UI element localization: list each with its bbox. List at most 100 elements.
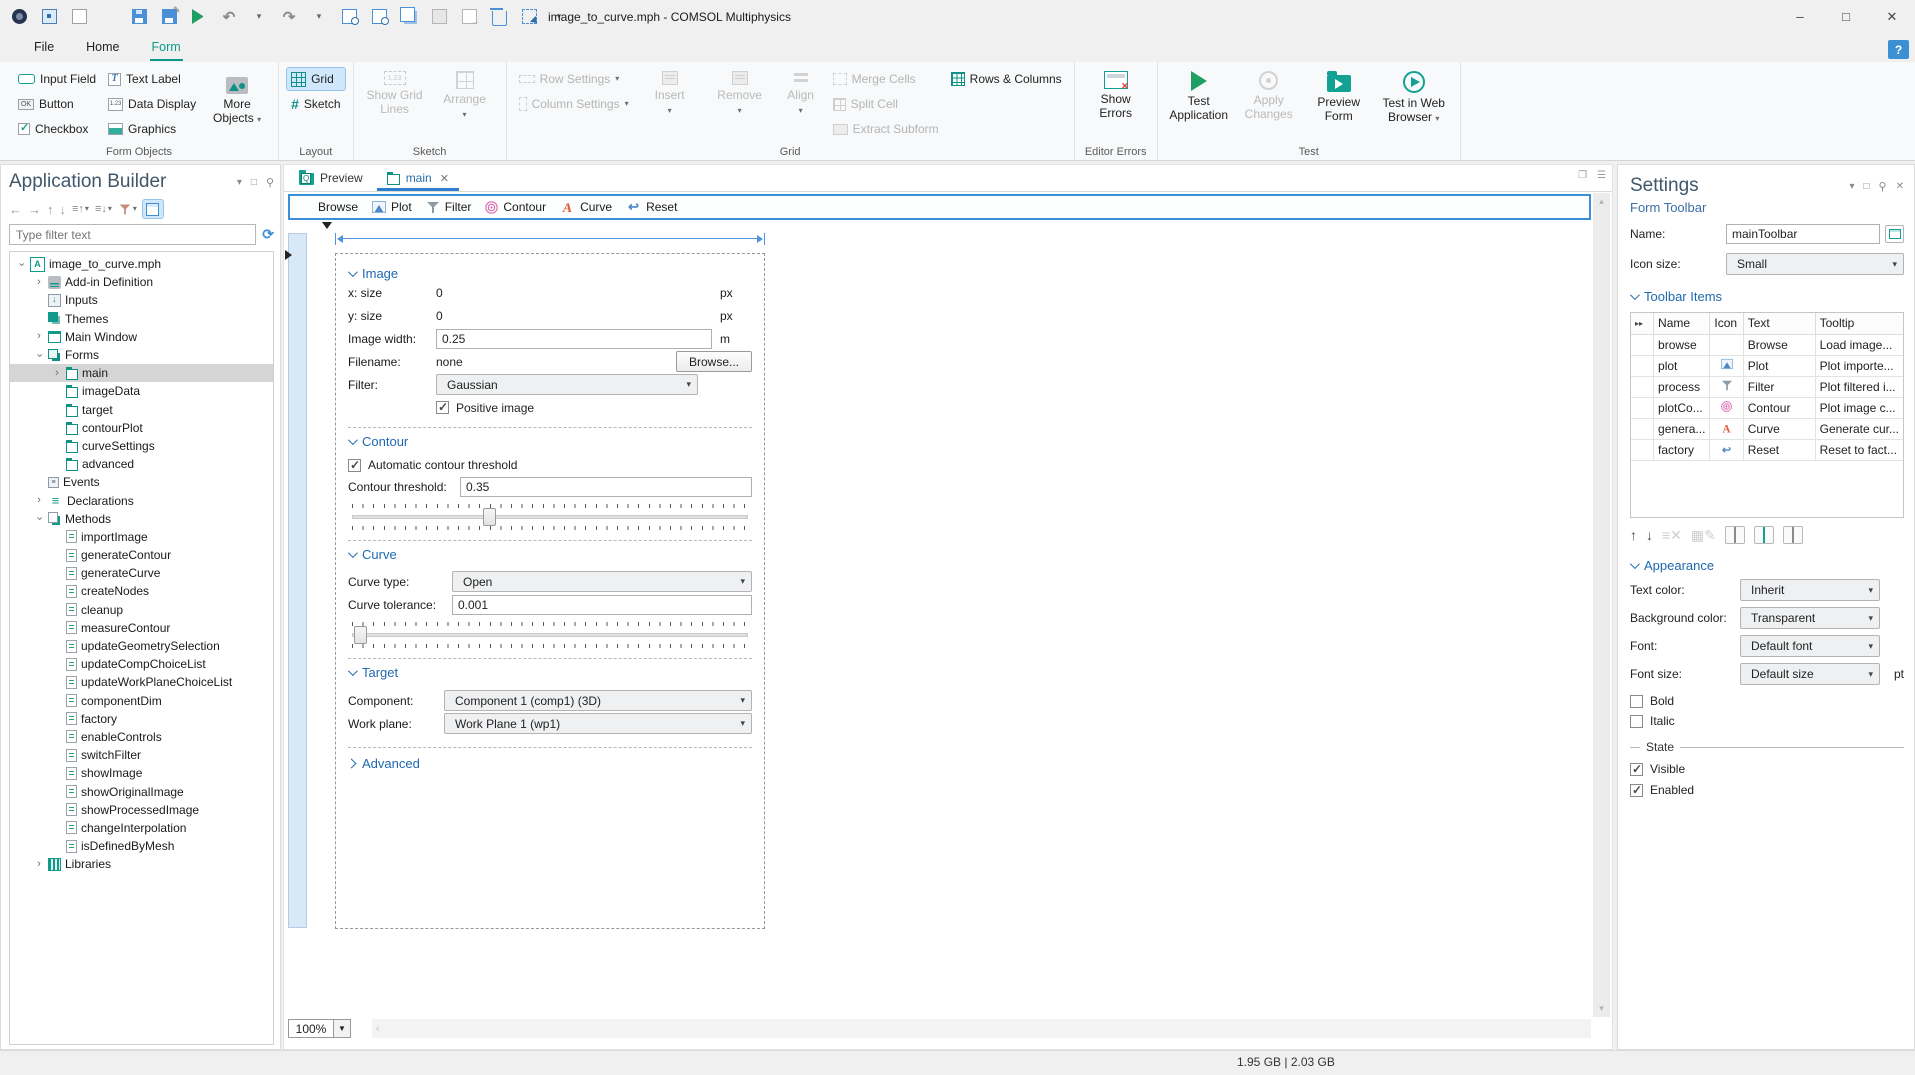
column-marker-icon[interactable]	[322, 222, 332, 229]
restore-pane-icon[interactable]: ❐	[1578, 170, 1587, 181]
contour-threshold-input[interactable]: 0.35	[460, 476, 752, 497]
rows-columns-button[interactable]: Rows & Columns	[947, 68, 1066, 90]
new-button[interactable]	[70, 8, 88, 26]
move-down-button[interactable]: ↓	[1646, 527, 1653, 543]
image-width-input[interactable]: 0.25	[436, 328, 712, 349]
add-item-button[interactable]	[1724, 526, 1745, 544]
tree-filter-input[interactable]	[9, 224, 257, 245]
tree-item[interactable]: advanced	[10, 455, 273, 473]
arrange-button[interactable]: Arrange ▾	[432, 68, 498, 144]
tree-item[interactable]: Declarations	[10, 491, 273, 509]
genera...[interactable]: genera... Curve Generate cur...	[1631, 417, 1903, 440]
undo-menu-chevron[interactable]	[250, 8, 268, 26]
tree-item[interactable]: componentDim	[10, 692, 273, 710]
designed-form[interactable]: Image x: size 0 px y: size 0 px Image width:…	[335, 253, 765, 929]
tree-item[interactable]: isDefinedByMesh	[10, 837, 273, 855]
graphics-button[interactable]: Graphics	[104, 118, 200, 140]
preview-form-button[interactable]: Preview Form	[1306, 68, 1372, 144]
tree-item[interactable]: updateCompChoiceList	[10, 655, 273, 673]
tree-item[interactable]: image_to_curve.mph	[10, 255, 273, 273]
input-field-button[interactable]: Input Field	[14, 68, 100, 90]
tree-item[interactable]: changeInterpolation	[10, 819, 273, 837]
work-plane-select[interactable]: Work Plane 1 (wp1) ▾	[444, 713, 752, 734]
model-manager-button[interactable]	[40, 8, 58, 26]
help-button[interactable]: ?	[1888, 40, 1909, 59]
test-application-button[interactable]: Test Application	[1166, 68, 1232, 144]
tree-item[interactable]: importImage	[10, 528, 273, 546]
tree-item[interactable]: measureContour	[10, 619, 273, 637]
tree-item[interactable]: curveSettings	[10, 437, 273, 455]
tab-form[interactable]: Form	[140, 35, 193, 61]
row-marker-icon[interactable]	[285, 250, 292, 260]
tree-item[interactable]: Add-in Definition	[10, 273, 273, 291]
save-button[interactable]	[130, 8, 148, 26]
go-to-source-button[interactable]	[1885, 225, 1904, 243]
tree-item[interactable]: Inputs	[10, 291, 273, 309]
apply-changes-button[interactable]: Apply Changes	[1236, 68, 1302, 144]
redo-button[interactable]	[280, 8, 298, 26]
forward-arrow-icon[interactable]: →	[28, 202, 41, 217]
extract-subform-button[interactable]: Extract Subform	[829, 118, 943, 140]
toolbar-items-section-header[interactable]: Toolbar Items	[1629, 289, 1904, 304]
sketch-mode-button[interactable]: Sketch	[287, 93, 344, 115]
tab-preview[interactable]: Preview	[287, 165, 375, 191]
tree-item[interactable]: createNodes	[10, 582, 273, 600]
selected-column-strip[interactable]	[288, 233, 307, 928]
visible-checkbox[interactable]	[1630, 762, 1643, 776]
browse[interactable]: browse Browse Load image...	[1631, 333, 1903, 356]
scroll-up-icon[interactable]: ▴	[1599, 196, 1604, 207]
slider-thumb[interactable]	[354, 626, 368, 644]
tree-item[interactable]: Main Window	[10, 328, 273, 346]
curve-tolerance-input[interactable]: 0.001	[452, 594, 752, 615]
bold-checkbox[interactable]	[1630, 694, 1643, 708]
tree-item[interactable]: switchFilter	[10, 746, 273, 764]
undo-button[interactable]	[220, 8, 238, 26]
form-toolbar-item[interactable]: Filter	[426, 200, 471, 214]
tree-item[interactable]: Events	[10, 473, 273, 491]
open-button[interactable]	[100, 8, 118, 26]
form-toolbar-item[interactable]: Reset	[626, 200, 677, 215]
move-up-icon[interactable]: ↑	[47, 202, 54, 217]
tree-item[interactable]: updateWorkPlaneChoiceList	[10, 673, 273, 691]
form-toolbar-object[interactable]: Browse Plot Filter Contour Curve Reset	[288, 194, 1591, 220]
show-grid-lines-button[interactable]: 1.23 Show Grid Lines	[362, 68, 428, 144]
panel-pin-icon[interactable]: ⚲	[1879, 180, 1887, 193]
filter-button[interactable]: ▾	[118, 202, 137, 216]
tree-item[interactable]: target	[10, 401, 273, 419]
tree-item[interactable]: contourPlot	[10, 419, 273, 437]
tree-item[interactable]: showOriginalImage	[10, 782, 273, 800]
name-input[interactable]: mainToolbar	[1726, 224, 1880, 244]
tree-item[interactable]: Forms	[10, 346, 273, 364]
scroll-down-icon[interactable]: ▾	[1599, 1003, 1604, 1014]
preview-selection-button[interactable]	[370, 8, 389, 26]
scroll-left-icon[interactable]: ‹	[376, 1023, 380, 1035]
button-object-button[interactable]: OK Button	[14, 93, 100, 115]
tree-item[interactable]: main	[10, 364, 273, 383]
tree-item[interactable]: generateContour	[10, 546, 273, 564]
save-as-button[interactable]	[160, 5, 180, 26]
add-toggle-item-button[interactable]	[1753, 526, 1774, 544]
align-button[interactable]: Align ▾	[777, 68, 825, 144]
delete-item-button[interactable]: ≡✕	[1662, 527, 1682, 544]
panel-close-icon[interactable]: ✕	[1896, 181, 1904, 192]
split-cell-button[interactable]: Split Cell	[829, 93, 943, 115]
positive-image-checkbox[interactable]	[436, 400, 449, 414]
section-target-header[interactable]: Target	[347, 665, 752, 680]
minimize-button[interactable]: –	[1777, 0, 1823, 33]
column-settings-button[interactable]: Column Settings ▾	[515, 93, 633, 115]
section-advanced-header[interactable]: Advanced	[346, 747, 752, 779]
form-toolbar-item[interactable]: Curve	[560, 200, 612, 215]
test-in-web-browser-button[interactable]: Test in Web Browser ▾	[1376, 68, 1452, 144]
insert-button[interactable]: Insert ▾	[637, 68, 703, 144]
pane-menu-icon[interactable]: ☰	[1597, 170, 1606, 181]
more-objects-button[interactable]: More Objects ▾	[204, 74, 270, 144]
tab-main[interactable]: main ✕	[375, 165, 461, 191]
curve-type-select[interactable]: Open ▾	[452, 571, 752, 592]
copy-button[interactable]	[399, 7, 418, 26]
contour-threshold-slider[interactable]	[348, 502, 752, 532]
maximize-button[interactable]: □	[1823, 0, 1869, 33]
tree-item[interactable]: Libraries	[10, 855, 273, 873]
tree-item[interactable]: cleanup	[10, 601, 273, 619]
add-separator-button[interactable]	[1782, 526, 1803, 544]
tree-item[interactable]: factory	[10, 710, 273, 728]
